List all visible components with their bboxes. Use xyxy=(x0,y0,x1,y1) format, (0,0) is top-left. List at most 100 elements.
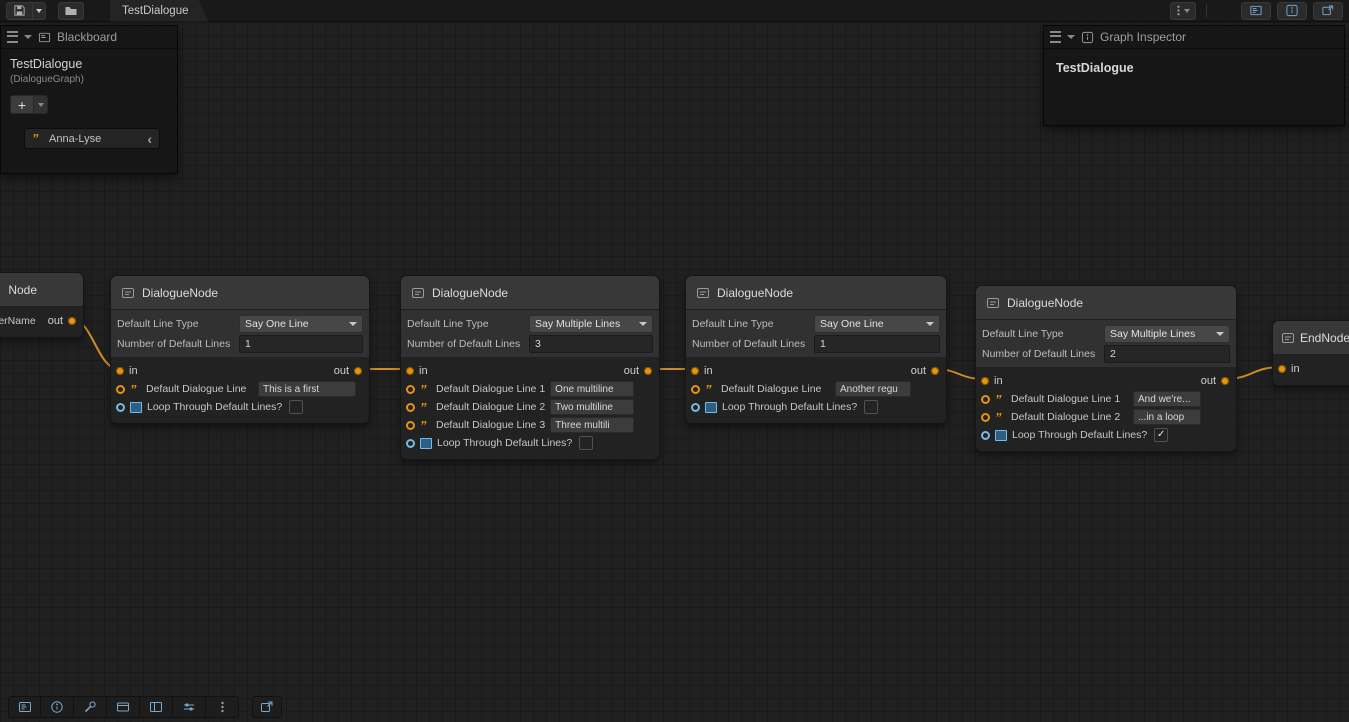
line-port[interactable] xyxy=(691,385,700,394)
line-port[interactable] xyxy=(981,413,990,422)
open-folder-button[interactable] xyxy=(58,2,84,20)
overflow-menu-button[interactable] xyxy=(1170,2,1196,20)
bottom-toolbar xyxy=(8,696,282,718)
num-lines-input[interactable]: 2 xyxy=(1104,345,1230,363)
blackboard-field-name: Anna-Lyse xyxy=(49,133,141,145)
inspector-toggle-button[interactable] xyxy=(1277,2,1307,20)
in-port[interactable] xyxy=(116,367,124,375)
port-row: Loop Through Default Lines? xyxy=(111,398,369,416)
out-port[interactable] xyxy=(644,367,652,375)
blackboard-panel: Blackboard TestDialogue (DialogueGraph) … xyxy=(0,25,178,174)
inspector-icon xyxy=(1081,31,1094,44)
line-type-dropdown[interactable]: Say Multiple Lines xyxy=(529,315,653,333)
loop-port[interactable] xyxy=(406,439,415,448)
dialogue-node-2[interactable]: DialogueNode Default Line Type Say Multi… xyxy=(400,275,660,460)
save-button[interactable] xyxy=(6,2,32,20)
in-port[interactable] xyxy=(691,367,699,375)
node-ports: in out Default Dialogue Line This is a f… xyxy=(111,357,369,423)
line-type-dropdown[interactable]: Say One Line xyxy=(239,315,363,333)
chevron-down-icon xyxy=(1184,9,1190,13)
fullscreen-button[interactable] xyxy=(252,696,282,718)
out-port[interactable] xyxy=(354,367,362,375)
field-label: Number of Default Lines xyxy=(117,338,235,350)
inspector-panel-button[interactable] xyxy=(41,696,74,718)
loop-checkbox[interactable]: ✓ xyxy=(1154,428,1168,442)
chevron-left-icon[interactable] xyxy=(147,132,152,146)
line-type-dropdown[interactable]: Say One Line xyxy=(814,315,940,333)
drag-handle-icon[interactable] xyxy=(1050,31,1061,43)
line-type-dropdown[interactable]: Say Multiple Lines xyxy=(1104,325,1230,343)
line-port[interactable] xyxy=(406,385,415,394)
inspector-toggle-icon xyxy=(1285,4,1299,17)
node-header[interactable]: DialogueNode xyxy=(111,276,369,310)
collapse-arrow-icon[interactable] xyxy=(1067,35,1075,39)
blackboard-toggle-button[interactable] xyxy=(1241,2,1271,20)
dialogue-node-3[interactable]: DialogueNode Default Line Type Say One L… xyxy=(685,275,947,424)
toolbar-separator xyxy=(1206,4,1207,18)
dialogue-line-input[interactable]: Two multiline xyxy=(550,399,634,415)
graph-inspector-header[interactable]: Graph Inspector xyxy=(1044,26,1344,49)
blackboard-panel-button[interactable] xyxy=(8,696,41,718)
out-port[interactable] xyxy=(1221,377,1229,385)
loop-checkbox[interactable] xyxy=(579,436,593,450)
add-property-dropdown[interactable] xyxy=(34,95,48,114)
port-label: Default Dialogue Line 2 xyxy=(1011,411,1120,423)
dialogue-line-input[interactable]: Another regu xyxy=(835,381,911,397)
tab-label: TestDialogue xyxy=(122,5,188,17)
loop-port[interactable] xyxy=(116,403,125,412)
port-row: Default Dialogue Line 3 Three multili xyxy=(401,416,659,434)
kebab-menu-icon xyxy=(220,700,225,714)
settings-sliders-button[interactable] xyxy=(173,696,206,718)
save-dropdown-button[interactable] xyxy=(32,2,46,20)
in-label: in xyxy=(704,365,713,377)
port-row: Default Dialogue Line Another regu xyxy=(686,380,946,398)
loop-port[interactable] xyxy=(691,403,700,412)
dialogue-line-input[interactable]: Three multili xyxy=(550,417,634,433)
dialogue-node-4[interactable]: DialogueNode Default Line Type Say Multi… xyxy=(975,285,1237,452)
node-header[interactable]: EndNode xyxy=(1273,321,1349,355)
line-port[interactable] xyxy=(116,385,125,394)
node-header[interactable]: DialogueNode xyxy=(976,286,1236,320)
in-port[interactable] xyxy=(406,367,414,375)
in-port[interactable] xyxy=(981,377,989,385)
node-header[interactable]: DialogueNode xyxy=(401,276,659,310)
blackboard-field[interactable]: Anna-Lyse xyxy=(24,128,160,149)
port-label: Loop Through Default Lines? xyxy=(1012,429,1147,441)
field-row: Default Line Type Say One Line xyxy=(117,315,363,332)
num-lines-input[interactable]: 1 xyxy=(814,335,940,353)
window-button[interactable] xyxy=(107,696,140,718)
node-header[interactable]: DialogueNode xyxy=(686,276,946,310)
node-partial[interactable]: Node kerName out xyxy=(0,272,84,338)
dialogue-node-icon xyxy=(121,286,135,300)
tools-button[interactable] xyxy=(74,696,107,718)
num-lines-input[interactable]: 3 xyxy=(529,335,653,353)
drag-handle-icon[interactable] xyxy=(7,31,18,43)
field-label: Default Line Type xyxy=(692,318,810,330)
out-port[interactable] xyxy=(931,367,939,375)
panels-button[interactable] xyxy=(140,696,173,718)
in-port[interactable] xyxy=(1278,365,1286,373)
dialogue-line-input[interactable]: And we're... xyxy=(1133,391,1201,407)
dialogue-line-input[interactable]: ...in a loop xyxy=(1133,409,1201,425)
loop-port[interactable] xyxy=(981,431,990,440)
port-label: Loop Through Default Lines? xyxy=(147,401,282,413)
node-fields: Default Line Type Say Multiple Lines Num… xyxy=(401,310,659,357)
collapse-arrow-icon[interactable] xyxy=(24,35,32,39)
dialogue-line-input[interactable]: One multiline xyxy=(550,381,634,397)
blackboard-header[interactable]: Blackboard xyxy=(1,26,177,49)
node-header[interactable]: Node xyxy=(0,273,83,307)
more-options-button[interactable] xyxy=(206,696,239,718)
add-property-button[interactable]: + xyxy=(10,95,34,114)
out-port[interactable] xyxy=(68,317,76,325)
num-lines-input[interactable]: 1 xyxy=(239,335,363,353)
loop-checkbox[interactable] xyxy=(864,400,878,414)
graph-tab[interactable]: TestDialogue xyxy=(110,0,208,22)
preview-toggle-button[interactable] xyxy=(1313,2,1343,20)
dialogue-line-input[interactable]: This is a first xyxy=(258,381,356,397)
line-port[interactable] xyxy=(406,403,415,412)
dialogue-node-1[interactable]: DialogueNode Default Line Type Say One L… xyxy=(110,275,370,424)
loop-checkbox[interactable] xyxy=(289,400,303,414)
line-port[interactable] xyxy=(981,395,990,404)
end-node[interactable]: EndNode in xyxy=(1272,320,1349,386)
line-port[interactable] xyxy=(406,421,415,430)
